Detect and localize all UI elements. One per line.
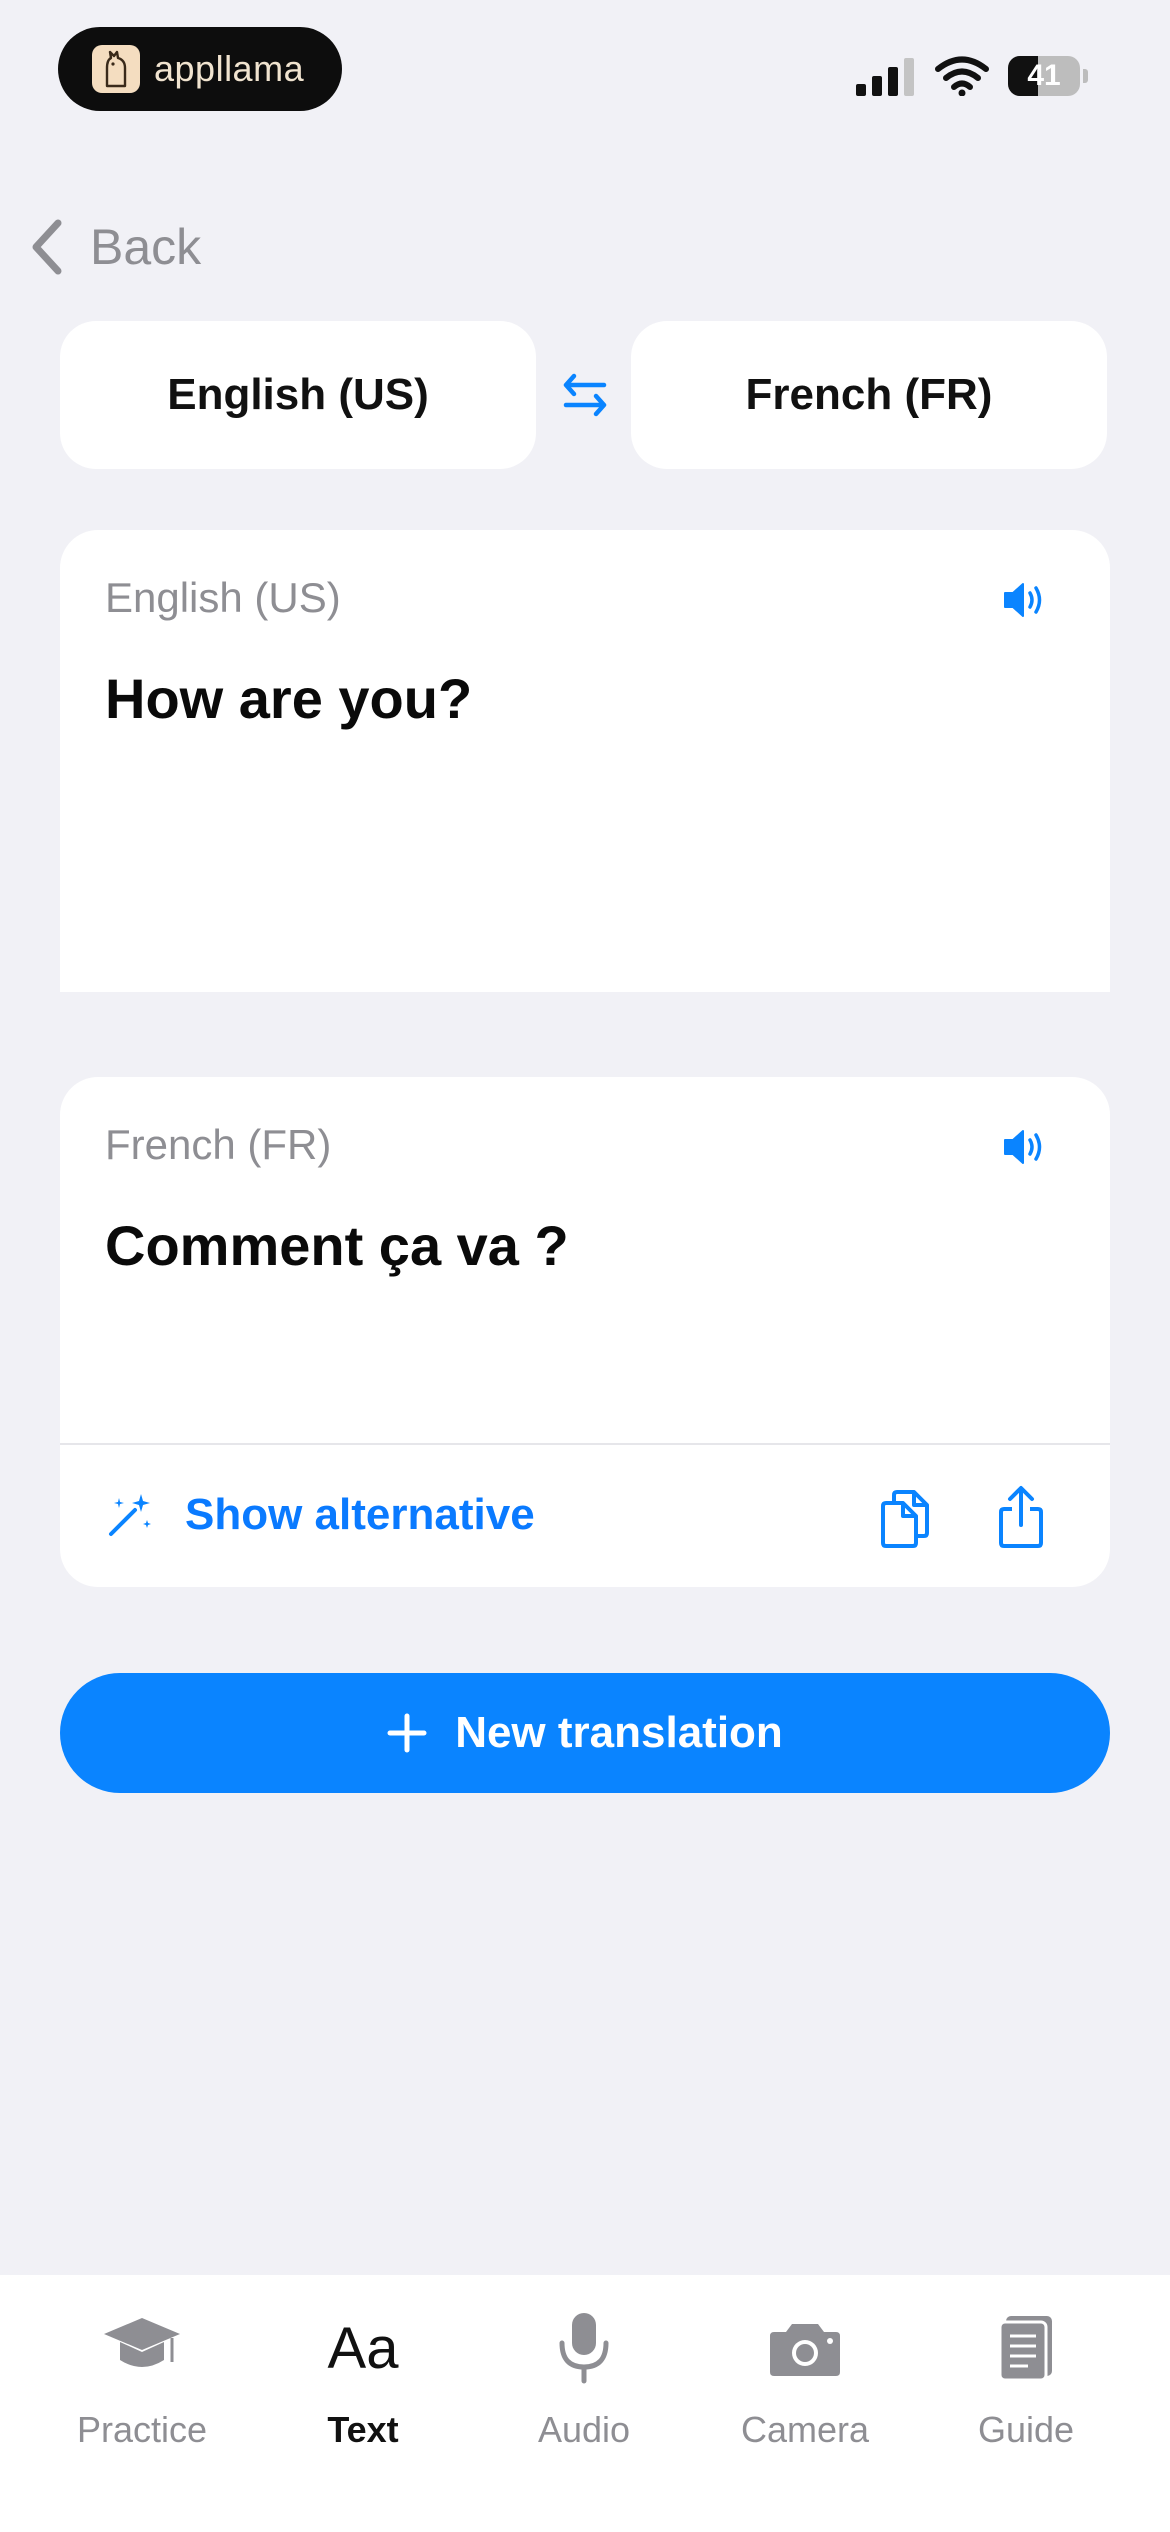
- magic-wand-icon: [109, 1494, 151, 1536]
- source-language-label: English (US): [167, 370, 429, 419]
- brand-name: appllama: [154, 48, 305, 89]
- tab-text[interactable]: Aa Text: [263, 2303, 463, 2473]
- target-language-label: French (FR): [745, 370, 993, 419]
- share-icon[interactable]: [998, 1485, 1044, 1549]
- llama-logo-icon: [92, 45, 140, 93]
- tab-audio-label: Audio: [537, 2409, 631, 2450]
- brand-pill: appllama: [58, 27, 342, 111]
- speaker-icon[interactable]: [1002, 580, 1050, 620]
- tab-camera[interactable]: Camera: [705, 2303, 905, 2473]
- tab-guide-label: Guide: [977, 2409, 1075, 2450]
- text-aa-icon: Aa: [327, 2315, 399, 2381]
- new-translation-button[interactable]: New translation: [60, 1673, 1110, 1793]
- show-alternative-label: Show alternative: [185, 1490, 535, 1539]
- tab-practice[interactable]: Practice: [42, 2303, 242, 2473]
- battery-percentage: 41: [1027, 59, 1061, 92]
- source-language-button[interactable]: English (US): [60, 321, 536, 469]
- battery-indicator: 41: [1008, 56, 1088, 96]
- new-translation-label: New translation: [455, 1708, 783, 1757]
- tab-guide[interactable]: Guide: [926, 2303, 1126, 2473]
- book-icon: [998, 2316, 1052, 2382]
- speaker-icon[interactable]: [1002, 1127, 1050, 1167]
- target-card-language: French (FR): [105, 1121, 332, 1168]
- graduation-cap-icon: [104, 2318, 180, 2367]
- translation-actions: Show alternative: [60, 1445, 1110, 1587]
- copy-icon[interactable]: [878, 1489, 932, 1549]
- translation-card: French (FR) Comment ça va ? Show alterna…: [60, 1077, 1110, 1587]
- source-card-language: English (US): [105, 574, 341, 621]
- target-language-button[interactable]: French (FR): [631, 321, 1107, 469]
- tab-camera-label: Camera: [740, 2409, 870, 2450]
- source-text-card[interactable]: English (US) How are you?: [60, 530, 1110, 992]
- tab-bar: Practice Aa Text Audio Camera Guide: [0, 2275, 1170, 2532]
- back-label: Back: [90, 219, 202, 275]
- plus-icon: [387, 1713, 427, 1753]
- show-alternative-button[interactable]: Show alternative: [105, 1475, 535, 1555]
- status-bar: appllama 41: [0, 0, 1170, 130]
- back-button[interactable]: Back: [28, 212, 201, 282]
- source-text[interactable]: How are you?: [105, 666, 472, 731]
- tab-audio[interactable]: Audio: [484, 2303, 684, 2473]
- tab-practice-label: Practice: [76, 2409, 208, 2450]
- arrows-swap-icon[interactable]: [560, 372, 610, 418]
- tab-text-label: Text: [327, 2409, 399, 2450]
- microphone-icon: [559, 2313, 609, 2384]
- translated-text: Comment ça va ?: [105, 1214, 569, 1277]
- cellular-signal-icon: [856, 58, 914, 96]
- wifi-icon: [935, 56, 989, 96]
- chevron-left-icon: [32, 219, 62, 275]
- camera-icon: [770, 2324, 840, 2376]
